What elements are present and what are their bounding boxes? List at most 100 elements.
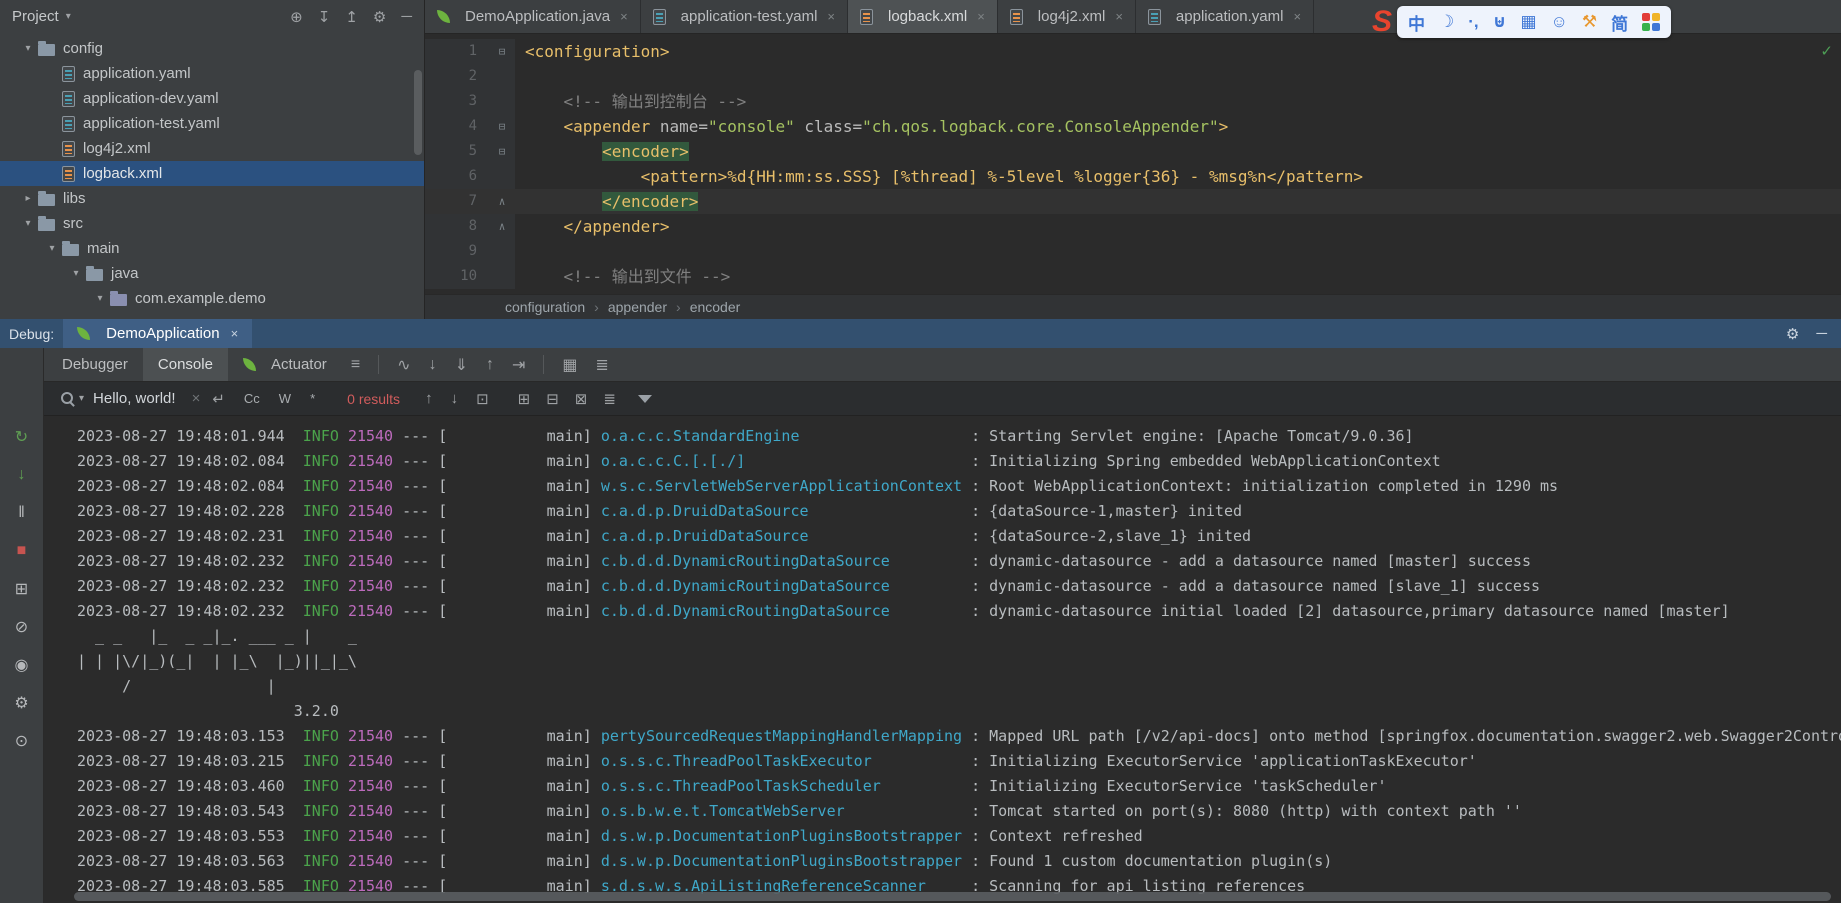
editor-tab[interactable]: DemoApplication.java× [425, 0, 641, 33]
toolbox-icon[interactable]: ⚒ [1582, 12, 1597, 32]
horizontal-scrollbar[interactable] [74, 892, 1831, 901]
chevron-down-icon[interactable]: ▾ [66, 11, 71, 22]
tree-item[interactable]: application-dev.yaml [0, 86, 424, 111]
close-icon[interactable]: × [827, 9, 835, 24]
settings-button[interactable]: ⚙ [1786, 325, 1799, 343]
words-toggle[interactable]: W [272, 390, 298, 407]
tree-item[interactable]: ▾config [0, 36, 424, 61]
soft-keyboard-icon[interactable]: ▦ [1520, 12, 1536, 32]
regex-toggle[interactable]: * [303, 390, 322, 407]
chinese-mode-icon[interactable]: 中 [1408, 10, 1425, 35]
tree-item[interactable]: log4j2.xml [0, 136, 424, 161]
line-number[interactable]: 8 [425, 214, 489, 239]
fold-marker-icon[interactable]: ∧ [489, 214, 515, 239]
next-match-button[interactable]: ↓ [442, 390, 468, 407]
tree-item[interactable]: ▾src [0, 211, 424, 236]
breadcrumb-item[interactable]: appender [608, 299, 667, 315]
step-over-button[interactable]: ∿ [388, 355, 419, 375]
tab-actuator[interactable]: Actuator [228, 348, 342, 381]
fold-marker-icon[interactable]: ⊟ [489, 139, 515, 164]
sort-icon[interactable]: ≣ [595, 390, 624, 408]
punctuation-icon[interactable]: ·, [1468, 12, 1478, 32]
step-out-button[interactable]: ↑ [477, 356, 503, 374]
code-editor[interactable]: 1⊟<configuration>23 <!-- 输出到控制台 -->4⊟ <a… [425, 34, 1841, 294]
close-icon[interactable]: × [1115, 9, 1123, 24]
tree-chevron-icon[interactable]: ▸ [18, 193, 38, 204]
simplified-chinese-icon[interactable]: 简 [1611, 10, 1628, 35]
skin-grid-icon[interactable] [1642, 13, 1660, 31]
tree-chevron-icon[interactable]: ▾ [42, 243, 62, 254]
voice-input-icon[interactable]: ⊎ [1493, 12, 1507, 32]
fold-marker-icon[interactable]: ⊟ [489, 39, 515, 64]
tree-item[interactable]: ▸libs [0, 186, 424, 211]
previous-match-button[interactable]: ↑ [416, 390, 442, 407]
soft-wrap-icon[interactable]: ↵ [212, 390, 225, 408]
print-button[interactable]: ⊞ [9, 576, 34, 601]
scroll-to-end-button[interactable]: ↓ [9, 462, 34, 487]
remove-filter-icon[interactable]: ⊠ [567, 390, 596, 408]
editor-tab[interactable]: application-test.yaml× [641, 0, 848, 33]
hide-panel-button[interactable]: ─ [1816, 325, 1827, 343]
add-filter-icon[interactable]: ⊞ [510, 390, 539, 408]
select-all-matches-button[interactable]: ⊡ [467, 390, 498, 408]
step-into-button[interactable]: ↓ [420, 356, 446, 374]
tree-item[interactable]: application.yaml [0, 61, 424, 86]
line-number[interactable]: 1 [425, 39, 489, 64]
editor-tab[interactable]: log4j2.xml× [998, 0, 1136, 33]
hide-panel-button[interactable]: ─ [401, 8, 412, 26]
line-number[interactable]: 9 [425, 239, 489, 264]
account-icon[interactable]: ☺ [1551, 12, 1568, 32]
tree-item[interactable]: logback.xml [0, 161, 424, 186]
tree-item[interactable]: ▾java [0, 261, 424, 286]
stop-button[interactable]: ■ [9, 538, 34, 563]
breadcrumb-item[interactable]: configuration [505, 299, 585, 315]
run-to-cursor-button[interactable]: ⇥ [503, 355, 534, 375]
locate-file-button[interactable]: ⊕ [290, 8, 303, 26]
inspections-ok-icon[interactable]: ✓ [1820, 42, 1833, 60]
close-icon[interactable]: × [231, 326, 239, 341]
fold-marker-icon[interactable]: ∧ [489, 189, 515, 214]
collapse-all-button[interactable]: ↥ [345, 8, 358, 26]
close-icon[interactable]: × [1293, 9, 1301, 24]
tab-debugger[interactable]: Debugger [47, 348, 143, 381]
project-title[interactable]: Project [12, 8, 59, 25]
tree-item[interactable]: ▾main [0, 236, 424, 261]
layout-menu-button[interactable]: ≡ [342, 356, 369, 374]
line-number[interactable]: 4 [425, 114, 489, 139]
fold-marker-icon[interactable]: ⊟ [489, 114, 515, 139]
line-number[interactable]: 3 [425, 89, 489, 114]
settings-button[interactable]: ⚙ [9, 690, 34, 715]
close-icon[interactable]: × [977, 9, 985, 24]
tab-console[interactable]: Console [143, 348, 228, 381]
line-number[interactable]: 5 [425, 139, 489, 164]
tree-chevron-icon[interactable]: ▾ [66, 268, 86, 279]
breadcrumb-item[interactable]: encoder [690, 299, 741, 315]
search-input[interactable]: Hello, world! [93, 390, 176, 407]
line-number[interactable]: 7 [425, 189, 489, 214]
search-history-chevron-icon[interactable]: ▾ [79, 393, 84, 404]
force-step-into-button[interactable]: ⇓ [446, 355, 477, 375]
clear-search-icon[interactable]: × [192, 390, 201, 407]
filter-funnel-icon[interactable] [638, 395, 652, 403]
expand-all-button[interactable]: ↧ [318, 8, 331, 26]
tree-item[interactable]: application-test.yaml [0, 111, 424, 136]
project-scrollbar[interactable] [414, 70, 422, 155]
exclude-filter-icon[interactable]: ⊟ [538, 390, 567, 408]
evaluate-expression-button[interactable]: ≣ [587, 355, 618, 375]
tree-item[interactable]: ▾com.example.demo [0, 286, 424, 311]
snapshot-button[interactable]: ◉ [9, 652, 34, 677]
pin-button[interactable]: ⊙ [9, 728, 34, 753]
rerun-button[interactable]: ↻ [9, 424, 34, 449]
pause-output-button[interactable]: ‖ [9, 500, 34, 525]
editor-tab[interactable]: application.yaml× [1136, 0, 1314, 33]
close-icon[interactable]: × [620, 9, 628, 24]
line-number[interactable]: 10 [425, 264, 489, 289]
tree-chevron-icon[interactable]: ▾ [18, 43, 38, 54]
sogou-logo-icon[interactable]: S [1372, 7, 1392, 37]
view-as-table-button[interactable]: ▦ [553, 355, 586, 375]
editor-tab[interactable]: logback.xml× [848, 0, 998, 33]
settings-button[interactable]: ⚙ [373, 8, 386, 26]
line-number[interactable]: 6 [425, 164, 489, 189]
tree-chevron-icon[interactable]: ▾ [90, 293, 110, 304]
debug-session-tab[interactable]: DemoApplication × [63, 319, 252, 348]
